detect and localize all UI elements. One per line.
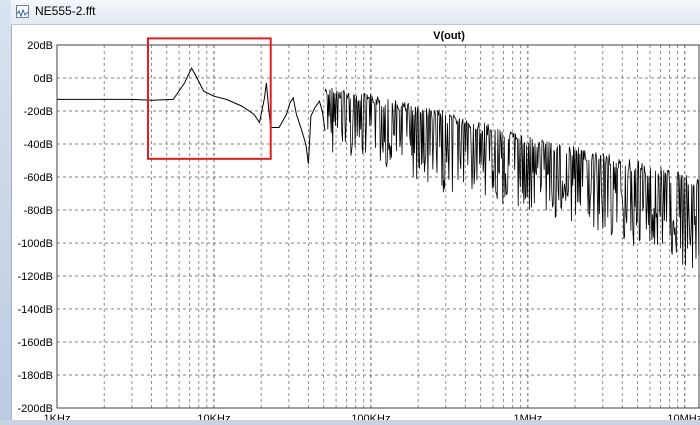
y-tick-label: -180dB [18,370,53,382]
chart-title: V(out) [433,30,465,42]
x-tick-label: 1KHz [44,413,71,420]
x-tick-label: 10KHz [197,413,230,420]
trace-vout-dense [324,87,700,269]
trace-vout [57,66,326,164]
y-tick-label: -20dB [24,106,53,118]
y-tick-label: -140dB [18,304,53,316]
window-title: NE555-2.fft [35,4,96,18]
y-tick-label: 0dB [33,73,53,85]
plot-area[interactable]: V(out) 20dB 0dB -20dB -40dB -60dB -80dB -100dB… [11,25,700,425]
y-tick-label: -120dB [18,271,53,283]
y-tick-label: -60dB [24,172,53,184]
x-tick-label: 10MHz [667,413,700,420]
y-tick-label: -40dB [24,139,53,151]
x-tick-label: 100KHz [351,413,390,420]
x-tick-label: 1MHz [513,413,542,420]
waveform-file-icon [16,5,29,18]
fft-window: NE555-2.fft V(out) 20dB 0dB -20dB -40dB -60d… [0,0,700,425]
y-tick-label: -80dB [24,205,53,217]
window-titlebar[interactable]: NE555-2.fft [11,0,700,25]
fft-plot[interactable]: V(out) 20dB 0dB -20dB -40dB -60dB -80dB -100dB… [11,25,700,425]
y-tick-label: -100dB [18,238,53,250]
y-tick-label: -160dB [18,337,53,349]
highlight-box [146,37,272,160]
y-tick-label: 20dB [27,40,53,52]
